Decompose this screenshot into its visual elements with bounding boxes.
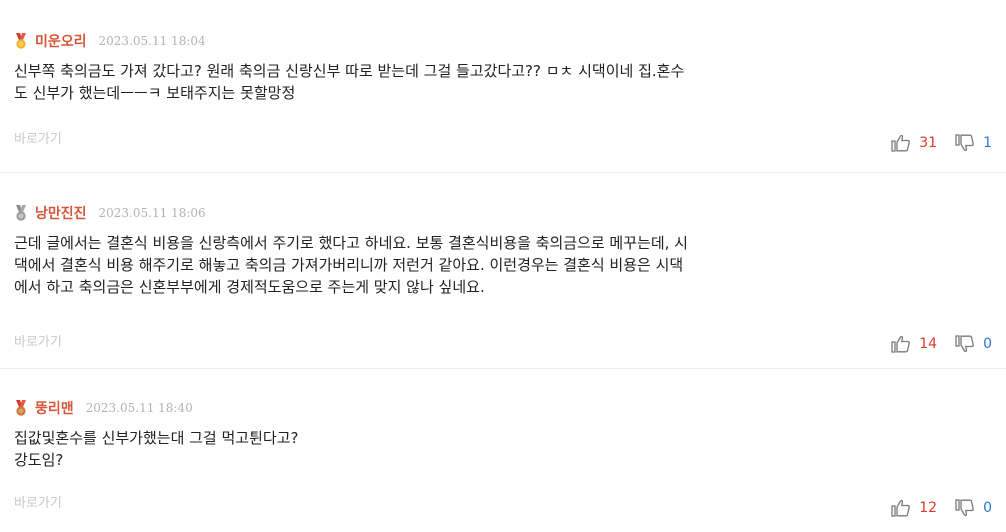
dislike-button[interactable]: 0 xyxy=(955,499,992,517)
comment-meta: 뚱리맨 2023.05.11 18:40 xyxy=(14,398,992,418)
comment-item: 뚱리맨 2023.05.11 18:40 집값및혼수를 신부가했는대 그걸 먹고… xyxy=(0,369,1006,532)
dislike-count: 1 xyxy=(983,135,992,151)
comment-text: 신부쪽 축의금도 가져 갔다고? 원래 축의금 신랑신부 따로 받는데 그걸 들… xyxy=(14,62,685,102)
thumbs-down-icon xyxy=(955,335,975,353)
comment-meta: 미운오리 2023.05.11 18:04 xyxy=(14,31,992,51)
comment-timestamp: 2023.05.11 18:06 xyxy=(98,206,206,220)
comment-timestamp: 2023.05.11 18:40 xyxy=(85,401,193,415)
thumbs-down-icon xyxy=(955,134,975,152)
comment-meta: 낭만진진 2023.05.11 18:06 xyxy=(14,203,992,223)
comment-item: 미운오리 2023.05.11 18:04 신부쪽 축의금도 가져 갔다고? 원… xyxy=(0,0,1006,173)
thumbs-up-icon xyxy=(891,335,911,353)
dislike-count: 0 xyxy=(983,336,992,352)
shortcut-link[interactable]: 바로가기 xyxy=(14,128,62,147)
bronze-medal-icon xyxy=(14,400,28,416)
like-count: 31 xyxy=(919,135,938,151)
dislike-button[interactable]: 0 xyxy=(955,335,992,353)
shortcut-link[interactable]: 바로가기 xyxy=(14,331,62,350)
silver-medal-icon xyxy=(14,205,28,221)
like-count: 12 xyxy=(919,500,938,516)
like-count: 14 xyxy=(919,336,938,352)
dislike-count: 0 xyxy=(983,500,992,516)
thumbs-down-icon xyxy=(955,499,975,517)
vote-group: 12 0 xyxy=(891,499,992,517)
thumbs-up-icon xyxy=(891,499,911,517)
shortcut-link[interactable]: 바로가기 xyxy=(14,492,62,511)
best-comment-list: 미운오리 2023.05.11 18:04 신부쪽 축의금도 가져 갔다고? 원… xyxy=(0,0,1006,532)
nickname-link[interactable]: 낭만진진 xyxy=(35,203,87,223)
comment-text: 근데 글에서는 결혼식 비용을 신랑측에서 주기로 했다고 하네요. 보통 결혼… xyxy=(14,234,688,296)
like-button[interactable]: 12 xyxy=(891,499,955,517)
nickname-link[interactable]: 뚱리맨 xyxy=(35,398,74,418)
like-button[interactable]: 31 xyxy=(891,134,955,152)
nickname-link[interactable]: 미운오리 xyxy=(35,31,87,51)
thumbs-up-icon xyxy=(891,134,911,152)
comment-item: 낭만진진 2023.05.11 18:06 근데 글에서는 결혼식 비용을 신랑… xyxy=(0,173,1006,369)
comment-timestamp: 2023.05.11 18:04 xyxy=(98,34,206,48)
vote-group: 31 1 xyxy=(891,134,992,152)
comment-text: 집값및혼수를 신부가했는대 그걸 먹고튄다고? 강도임? xyxy=(14,429,299,469)
vote-group: 14 0 xyxy=(891,335,992,353)
like-button[interactable]: 14 xyxy=(891,335,955,353)
gold-medal-icon xyxy=(14,33,28,49)
dislike-button[interactable]: 1 xyxy=(955,134,992,152)
